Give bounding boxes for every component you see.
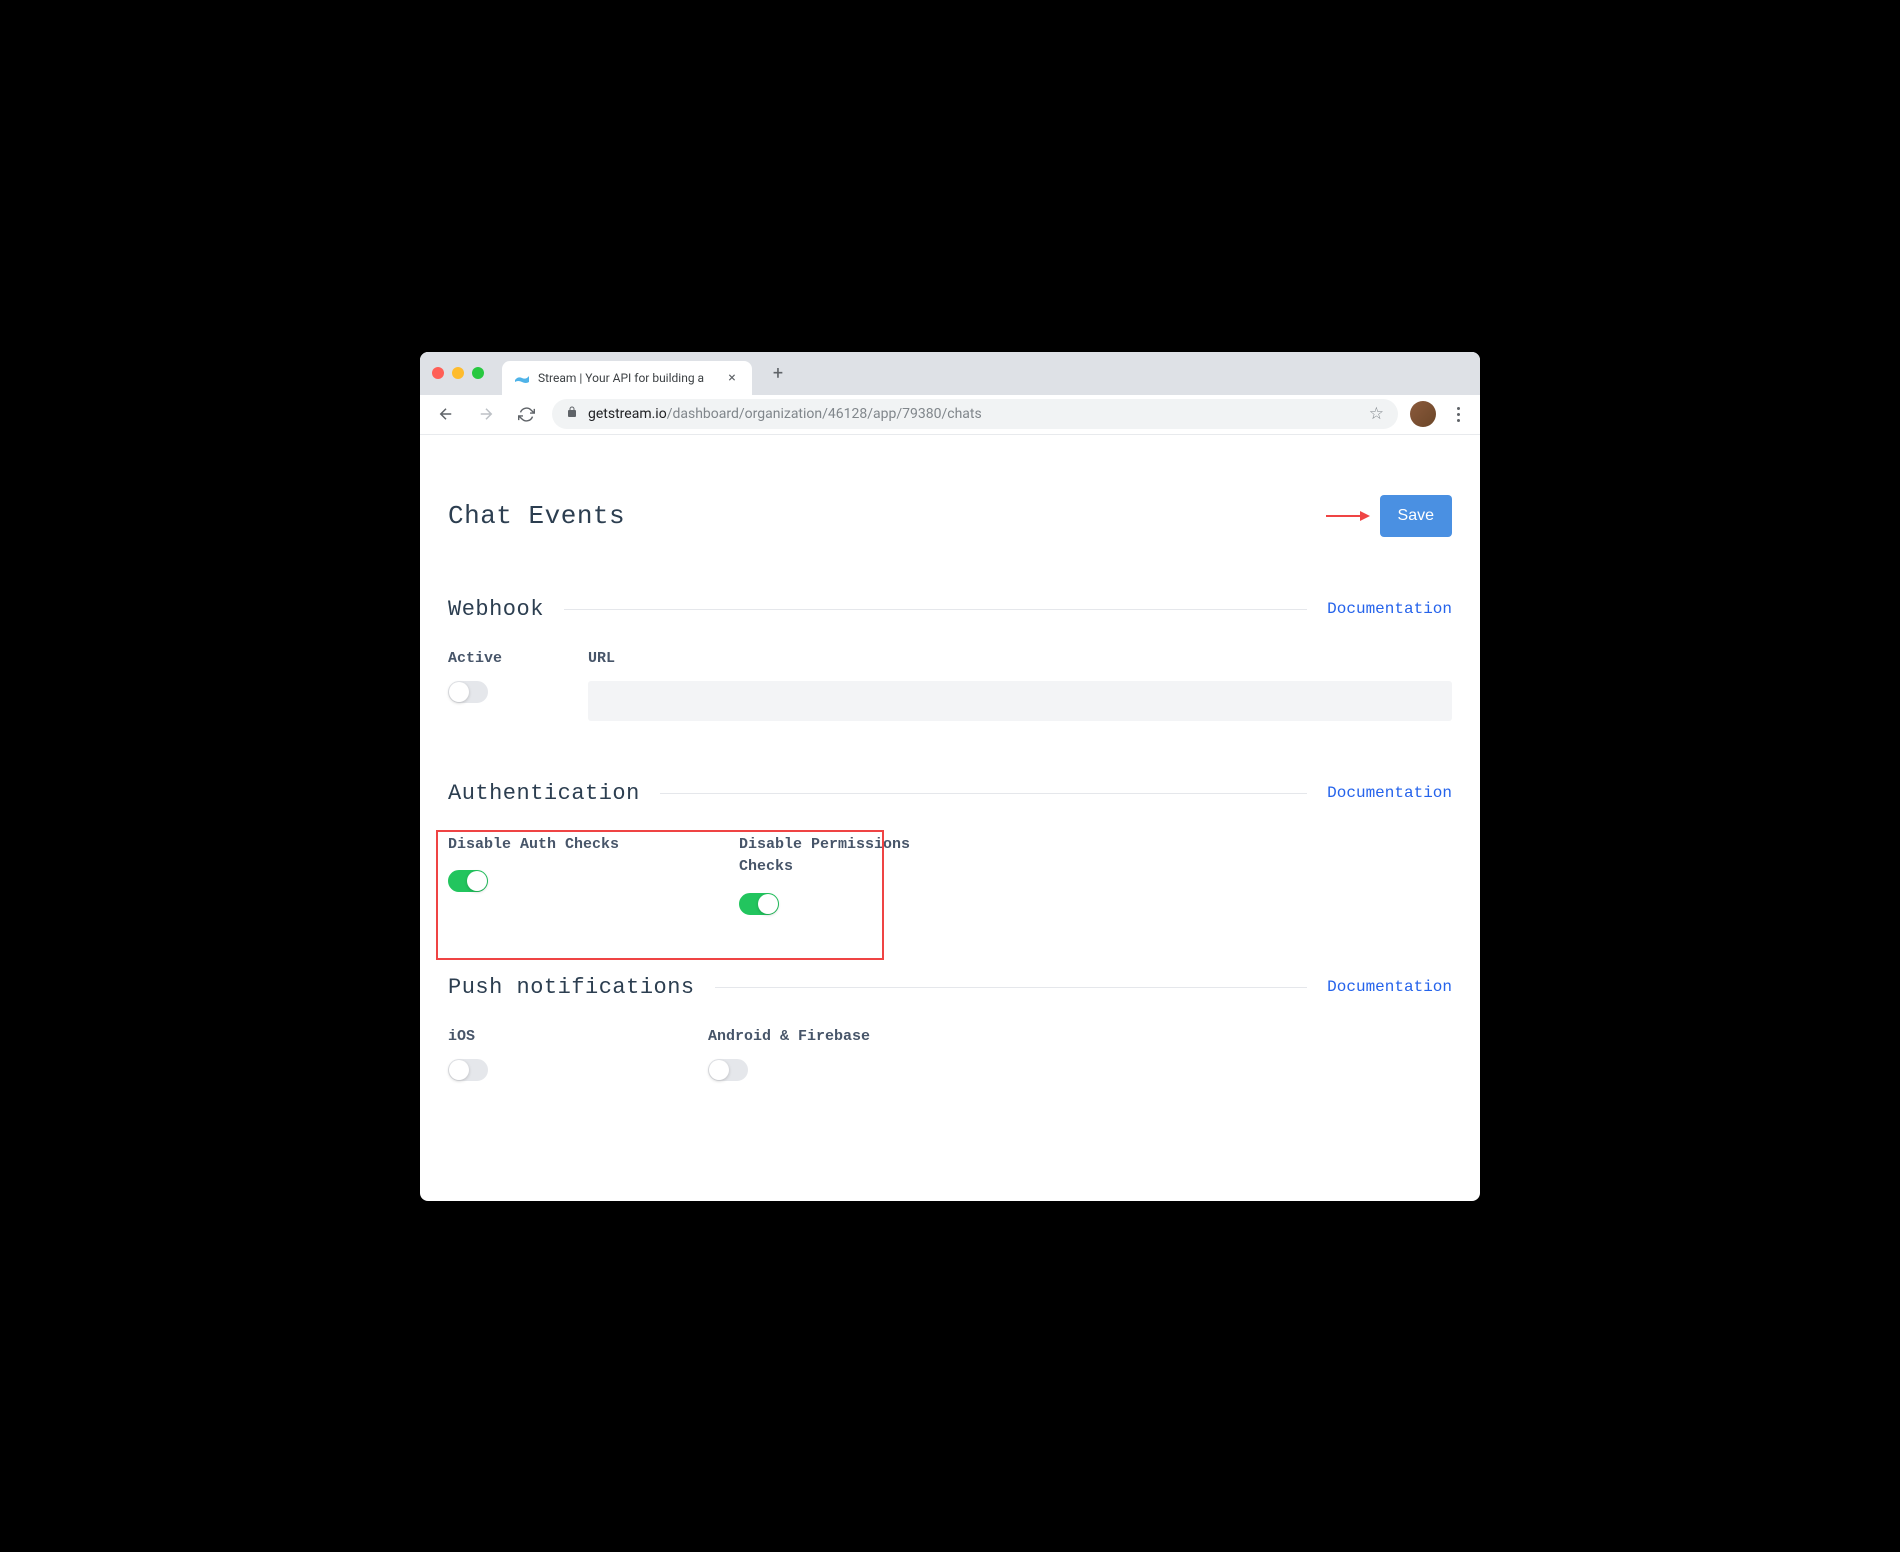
webhook-url-label: URL xyxy=(588,650,1452,667)
arrow-annotation xyxy=(1324,508,1370,524)
android-push-toggle[interactable] xyxy=(708,1059,748,1081)
minimize-window-button[interactable] xyxy=(452,367,464,379)
page-content: Chat Events Save Webhook Documentation A… xyxy=(420,435,1480,1201)
maximize-window-button[interactable] xyxy=(472,367,484,379)
android-firebase-label: Android & Firebase xyxy=(708,1028,870,1045)
webhook-active-toggle[interactable] xyxy=(448,681,488,703)
tab-title: Stream | Your API for building a xyxy=(538,371,716,385)
browser-toolbar: getstream.io/dashboard/organization/4612… xyxy=(420,395,1480,435)
push-documentation-link[interactable]: Documentation xyxy=(1327,978,1452,996)
save-button[interactable]: Save xyxy=(1380,495,1452,537)
bookmark-star-icon[interactable]: ☆ xyxy=(1369,404,1384,424)
browser-tab[interactable]: Stream | Your API for building a × xyxy=(502,361,752,395)
tab-bar: Stream | Your API for building a × + xyxy=(420,352,1480,395)
profile-avatar[interactable] xyxy=(1410,401,1436,427)
page-title: Chat Events xyxy=(448,501,625,531)
webhook-url-input[interactable] xyxy=(588,681,1452,721)
authentication-title: Authentication xyxy=(448,781,640,806)
disable-permissions-checks-toggle[interactable] xyxy=(739,893,779,915)
page-header: Chat Events Save xyxy=(448,495,1452,537)
new-tab-button[interactable]: + xyxy=(764,359,792,387)
disable-permissions-checks-label: Disable Permissions Checks xyxy=(739,834,939,879)
browser-menu-button[interactable] xyxy=(1448,407,1468,422)
divider xyxy=(564,609,1307,610)
close-tab-button[interactable]: × xyxy=(724,370,740,386)
authentication-documentation-link[interactable]: Documentation xyxy=(1327,784,1452,802)
ios-label: iOS xyxy=(448,1028,528,1045)
ios-push-toggle[interactable] xyxy=(448,1059,488,1081)
reload-button[interactable] xyxy=(512,400,540,428)
webhook-active-label: Active xyxy=(448,650,528,667)
authentication-section: Authentication Documentation Disable Aut… xyxy=(448,781,1452,915)
lock-icon xyxy=(566,405,578,423)
browser-window: Stream | Your API for building a × + get… xyxy=(420,352,1480,1201)
back-button[interactable] xyxy=(432,400,460,428)
disable-auth-checks-label: Disable Auth Checks xyxy=(448,834,619,857)
push-title: Push notifications xyxy=(448,975,695,1000)
divider xyxy=(660,793,1307,794)
window-controls xyxy=(432,367,484,379)
push-notifications-section: Push notifications Documentation iOS And… xyxy=(448,975,1452,1081)
webhook-documentation-link[interactable]: Documentation xyxy=(1327,600,1452,618)
disable-auth-checks-toggle[interactable] xyxy=(448,870,488,892)
divider xyxy=(715,987,1308,988)
address-bar[interactable]: getstream.io/dashboard/organization/4612… xyxy=(552,399,1398,429)
stream-favicon xyxy=(514,370,530,386)
forward-button[interactable] xyxy=(472,400,500,428)
webhook-section: Webhook Documentation Active URL xyxy=(448,597,1452,721)
webhook-title: Webhook xyxy=(448,597,544,622)
url-text: getstream.io/dashboard/organization/4612… xyxy=(588,406,982,422)
close-window-button[interactable] xyxy=(432,367,444,379)
